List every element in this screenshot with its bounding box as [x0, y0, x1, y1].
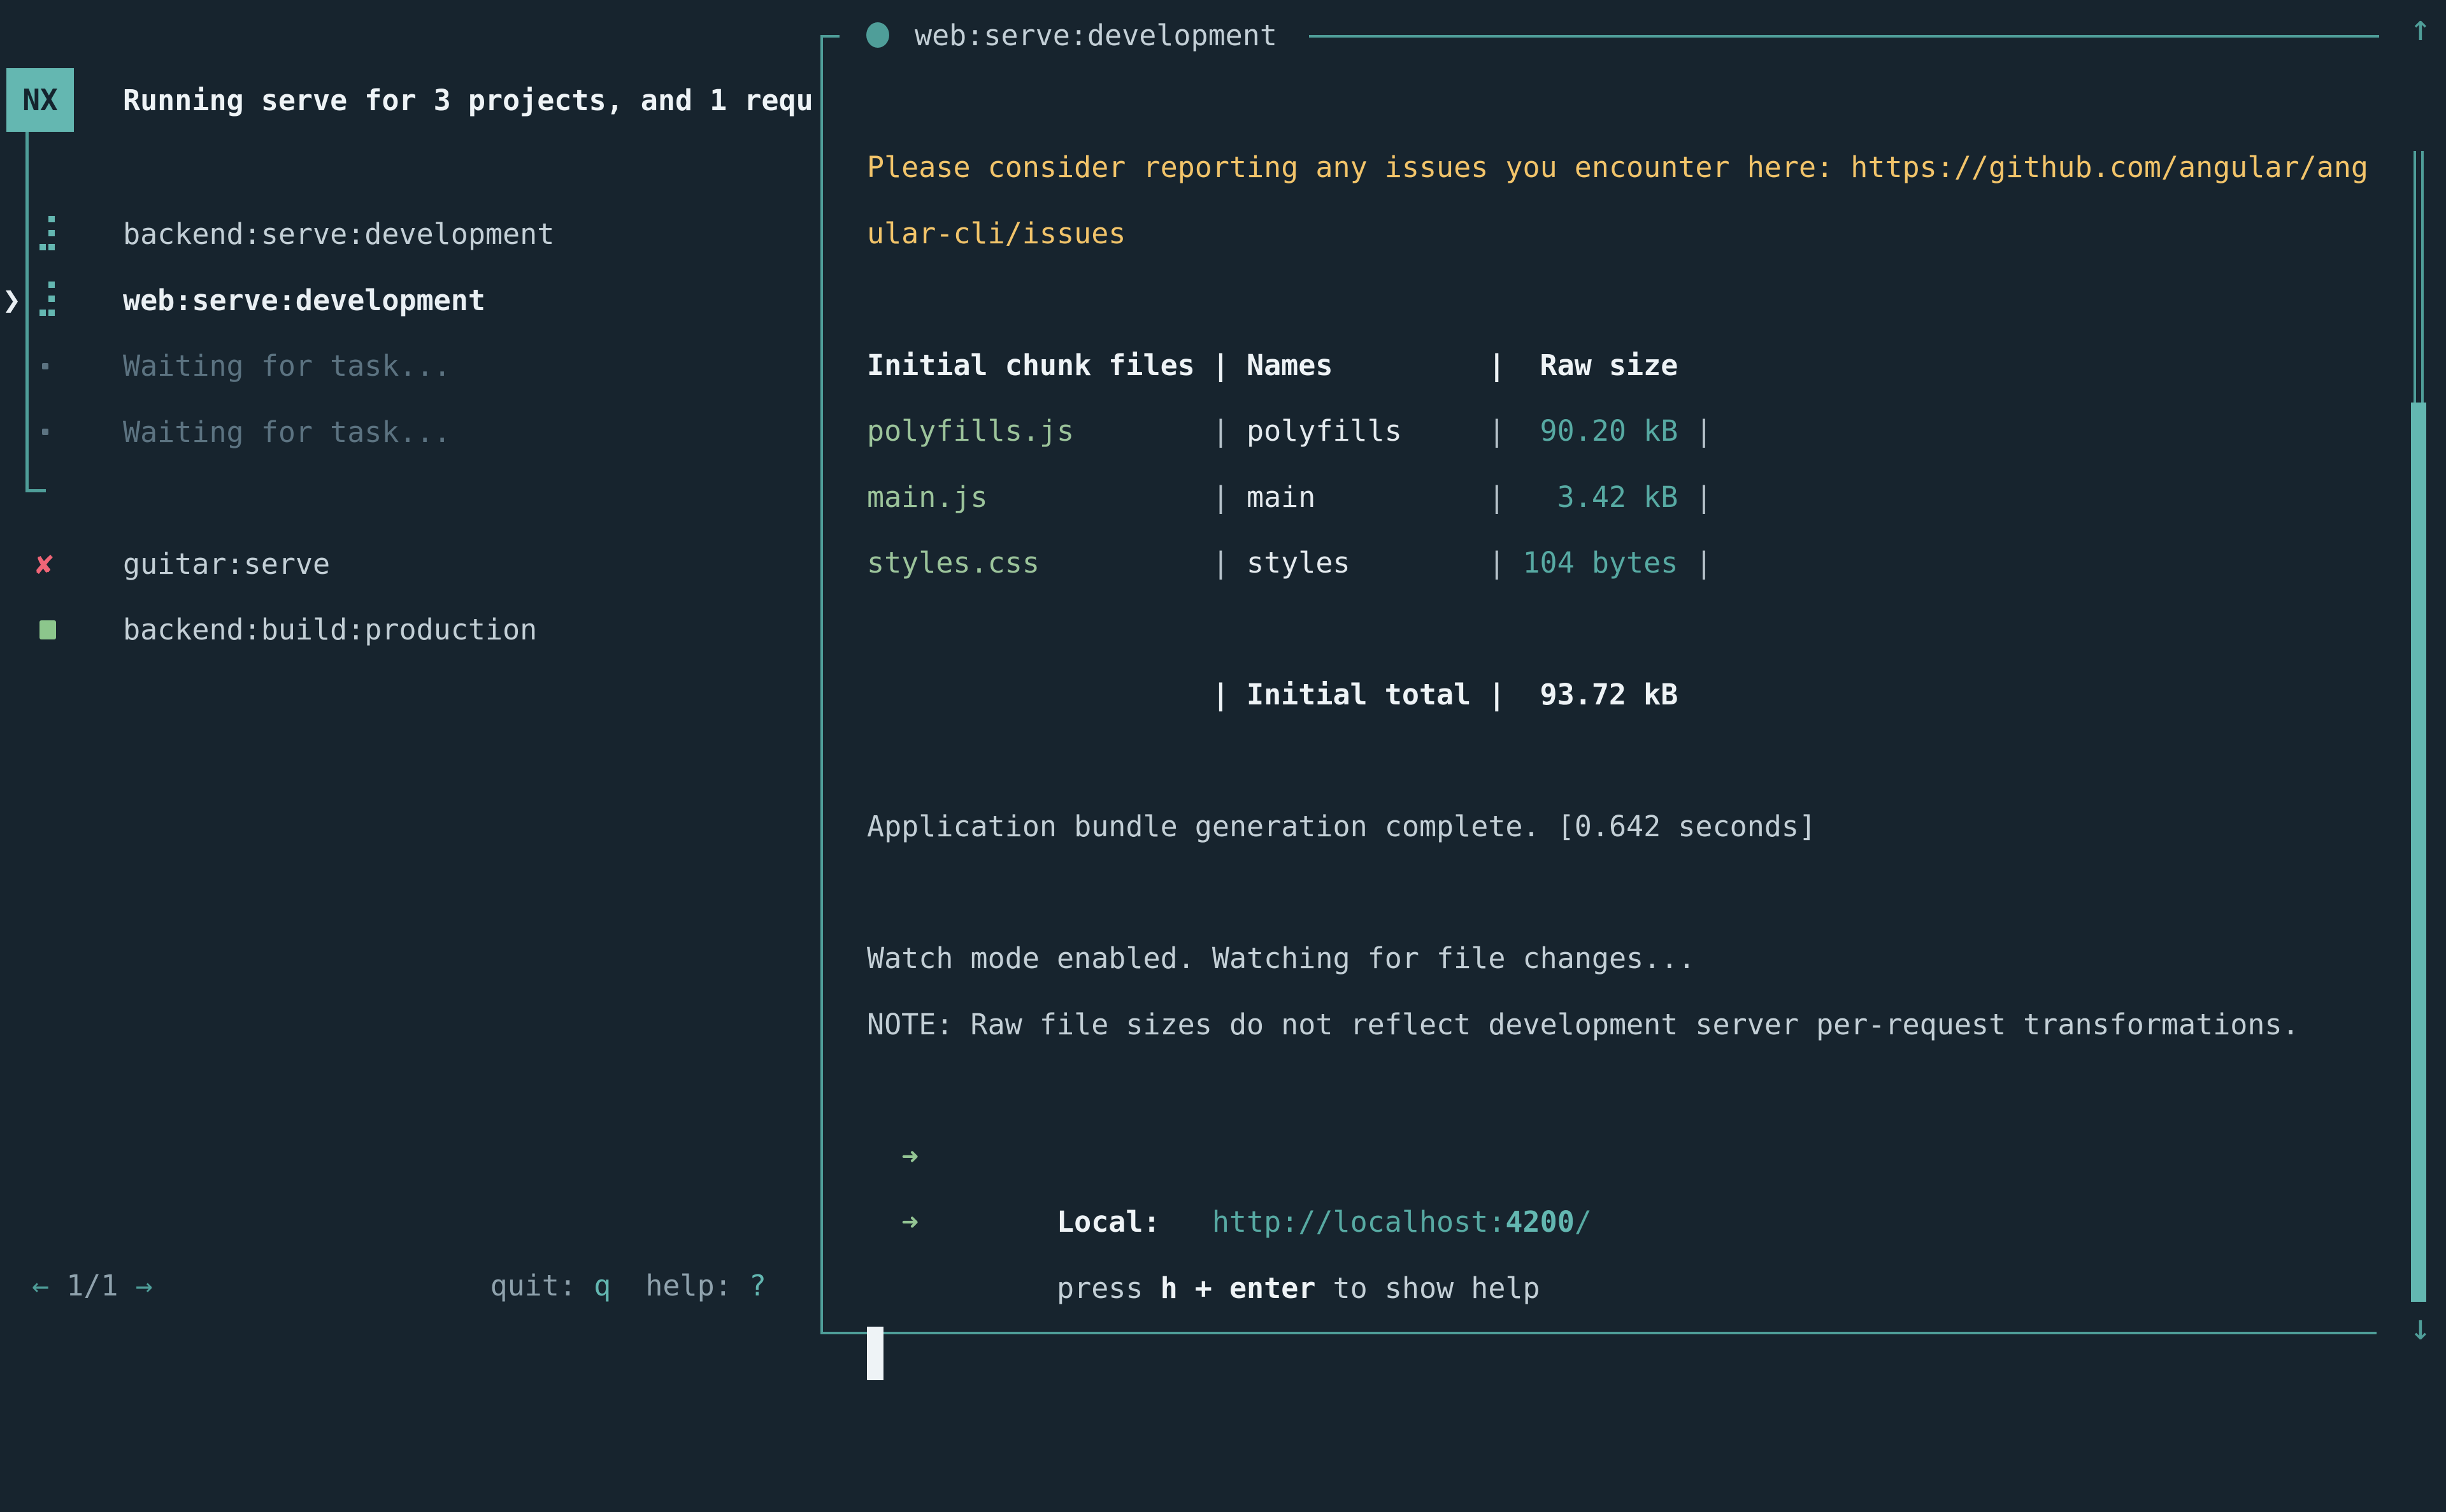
- task-row-backend-build[interactable]: backend:build:production: [0, 597, 820, 663]
- sidebar-bottom-bar: ← 1/1 → quit: q help: ?: [32, 1253, 766, 1318]
- task-label: Waiting for task...: [123, 349, 451, 383]
- task-output-panel: web:serve:development Please consider re…: [820, 35, 2377, 1334]
- terminal-output: Please consider reporting any issues you…: [867, 134, 2370, 1255]
- cell-size: 90.20 kB: [1505, 398, 1678, 464]
- scrollbar-track[interactable]: [2414, 151, 2424, 403]
- task-label: backend:build:production: [123, 613, 537, 646]
- task-row-guitar-serve[interactable]: ✘ guitar:serve: [0, 531, 820, 597]
- cell-name: main: [1229, 464, 1488, 531]
- cell-name: styles: [1229, 530, 1488, 596]
- blank-line: [867, 266, 2370, 332]
- col-size-header: Raw size: [1505, 332, 1678, 399]
- page-prev-icon[interactable]: ←: [32, 1269, 49, 1302]
- table-separator: |: [1488, 332, 1505, 399]
- success-square-icon: [39, 620, 56, 639]
- task-list: backend:serve:development ❯ web:serve:de…: [0, 201, 820, 663]
- scrollbar-down-icon[interactable]: ↓: [2401, 1307, 2440, 1348]
- col-names-header: Names: [1229, 332, 1488, 399]
- table-separator: |: [1695, 464, 1712, 531]
- help-key: ?: [749, 1269, 766, 1302]
- quit-key: q: [594, 1269, 611, 1302]
- cell-size: 3.42 kB: [1505, 464, 1678, 531]
- col-file-header: Initial chunk files: [867, 332, 1212, 399]
- table-separator: |: [1212, 530, 1229, 596]
- issues-notice-line2: ular-cli/issues: [867, 201, 2370, 267]
- page-next-icon[interactable]: →: [136, 1269, 153, 1302]
- chunk-row-polyfills: polyfills.js | polyfills | 90.20 kB |: [867, 398, 2370, 464]
- running-status-dot-icon: [866, 22, 889, 48]
- selected-chevron-icon: ❯: [3, 282, 21, 318]
- task-row-waiting-2: Waiting for task...: [0, 399, 820, 466]
- chunk-row-main: main.js | main | 3.42 kB |: [867, 464, 2370, 531]
- help-hint-line: ➜ press h + enter to show help: [867, 1123, 2370, 1190]
- panel-title: web:serve:development: [866, 2, 1277, 68]
- task-label: web:serve:development: [123, 283, 485, 317]
- local-url-line: ➜ Local:http://localhost:4200/: [867, 1057, 2370, 1123]
- chunk-table-header: Initial chunk files | Names | Raw size: [867, 332, 2370, 399]
- panel-title-label: web:serve:development: [915, 18, 1277, 52]
- terminal-cursor: [867, 1327, 883, 1380]
- task-row-backend-serve[interactable]: backend:serve:development: [0, 201, 820, 267]
- nx-logo: NX: [6, 68, 74, 132]
- total-label: Initial total: [1229, 662, 1488, 728]
- bundle-complete-line: Application bundle generation complete. …: [867, 794, 2370, 860]
- table-separator: |: [1212, 662, 1229, 728]
- task-label: backend:serve:development: [123, 217, 554, 251]
- task-row-web-serve[interactable]: ❯ web:serve:development: [0, 267, 820, 334]
- cell-file: styles.css: [867, 530, 1212, 596]
- cell-file: polyfills.js: [867, 398, 1212, 464]
- table-separator: |: [1488, 398, 1505, 464]
- sidebar-header: NX Running serve for 3 projects, and 1 r…: [6, 68, 813, 132]
- task-label: guitar:serve: [123, 547, 330, 581]
- waiting-dot-icon: [42, 363, 48, 369]
- task-sidebar: NX Running serve for 3 projects, and 1 r…: [0, 0, 820, 1376]
- table-separator: |: [1695, 398, 1712, 464]
- cell-name: polyfills: [1229, 398, 1488, 464]
- cell-file: main.js: [867, 464, 1212, 531]
- scrollbar-up-icon[interactable]: ↑: [2401, 8, 2440, 49]
- table-separator: |: [1212, 332, 1229, 399]
- chunk-row-styles: styles.css | styles | 104 bytes |: [867, 530, 2370, 596]
- issues-notice-line1: Please consider reporting any issues you…: [867, 134, 2370, 201]
- table-separator: |: [1488, 662, 1505, 728]
- spinner-icon: [38, 215, 57, 254]
- table-separator: |: [1488, 530, 1505, 596]
- watch-mode-line: Watch mode enabled. Watching for file ch…: [867, 925, 2370, 992]
- waiting-dot-icon: [42, 429, 48, 435]
- page-indicator: 1/1: [66, 1269, 118, 1302]
- table-separator: |: [1212, 464, 1229, 531]
- blank-line: [867, 728, 2370, 794]
- table-separator: |: [1695, 530, 1712, 596]
- initial-total-row: | Initial total | 93.72 kB: [867, 662, 2370, 728]
- task-row-waiting-1: Waiting for task...: [0, 333, 820, 399]
- task-label: Waiting for task...: [123, 415, 451, 449]
- table-separator: |: [1488, 464, 1505, 531]
- note-line: NOTE: Raw file sizes do not reflect deve…: [867, 992, 2370, 1058]
- spinner-icon: [38, 280, 57, 320]
- total-size: 93.72 kB: [1505, 662, 1678, 728]
- scrollbar-thumb[interactable]: [2411, 403, 2426, 1302]
- help-hint-label: help:: [645, 1269, 749, 1302]
- run-summary-title: Running serve for 3 projects, and 1 requ: [123, 83, 813, 117]
- cell-size: 104 bytes: [1505, 530, 1678, 596]
- quit-hint-label: quit:: [490, 1269, 594, 1302]
- cursor-line: [867, 1189, 2370, 1255]
- table-separator: |: [1212, 398, 1229, 464]
- blank-line: [867, 596, 2370, 662]
- blank-line: [867, 860, 2370, 926]
- failed-x-icon: ✘: [36, 546, 54, 581]
- keyboard-hints: quit: q help: ?: [490, 1269, 767, 1302]
- pagination: ← 1/1 →: [32, 1269, 153, 1302]
